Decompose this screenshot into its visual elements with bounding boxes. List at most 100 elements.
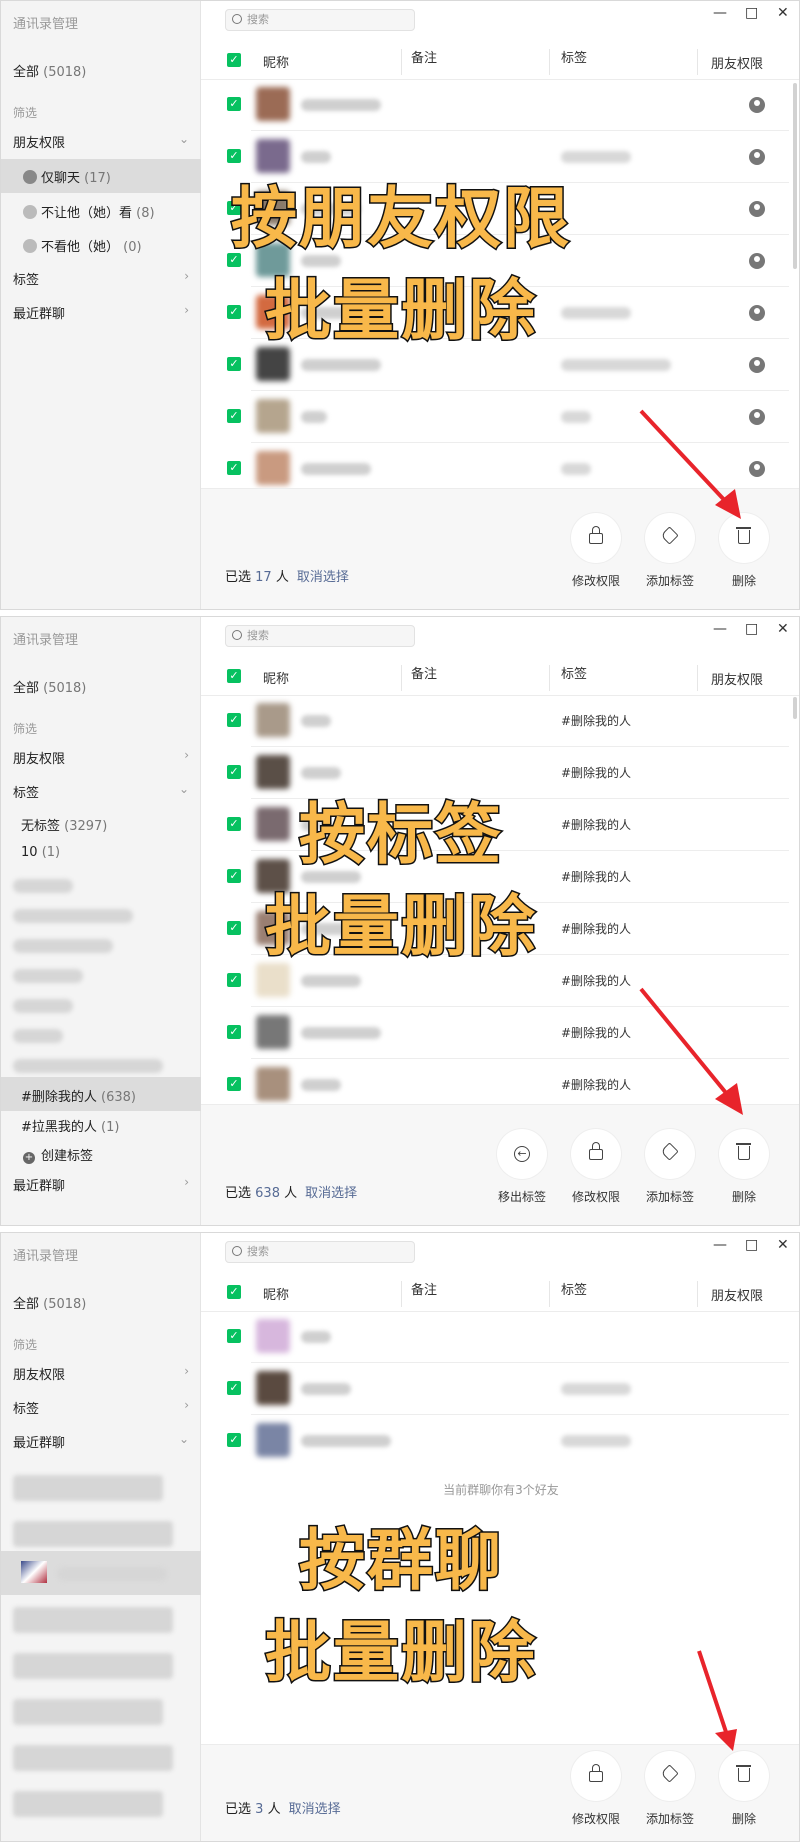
maximize-button[interactable]: □ (745, 1237, 758, 1253)
table-row[interactable]: ✓ #删除我的人 (201, 799, 799, 851)
sidebar-item-friend-permission[interactable]: 朋友权限 › (13, 748, 189, 767)
minimize-button[interactable]: — (713, 621, 727, 637)
add-tag-button[interactable]: 添加标签 (635, 1129, 705, 1205)
column-permission[interactable]: 朋友权限 (711, 1285, 763, 1304)
row-checkbox[interactable]: ✓ (227, 817, 241, 831)
column-remark[interactable]: 备注 (411, 1279, 437, 1298)
minimize-button[interactable]: — (713, 1237, 727, 1253)
blurred-tag-item[interactable] (13, 969, 83, 983)
delete-button[interactable]: 删除 (709, 1129, 779, 1205)
blurred-tag-item[interactable] (13, 999, 73, 1013)
row-checkbox[interactable]: ✓ (227, 149, 241, 163)
remove-from-tag-button[interactable]: ← 移出标签 (487, 1129, 557, 1205)
delete-button[interactable]: 删除 (709, 513, 779, 589)
sidebar-item-hide-their-moments[interactable]: 不看他（她） (0) (23, 236, 142, 255)
table-row[interactable]: ✓ #删除我的人 (201, 851, 799, 903)
row-checkbox[interactable]: ✓ (227, 765, 241, 779)
row-checkbox[interactable]: ✓ (227, 1329, 241, 1343)
row-checkbox[interactable]: ✓ (227, 461, 241, 475)
column-tag[interactable]: 标签 (561, 1279, 587, 1298)
row-checkbox[interactable]: ✓ (227, 921, 241, 935)
close-button[interactable]: ✕ (777, 5, 789, 21)
blurred-tag-item[interactable] (13, 909, 133, 923)
sidebar-item-recent-groups[interactable]: 最近群聊 › (13, 1175, 189, 1194)
table-row[interactable]: ✓ (201, 131, 799, 183)
sidebar-item-tags[interactable]: 标签 ⌄ (13, 782, 189, 801)
sidebar-item-chat-only[interactable]: 仅聊天 (17) (23, 167, 111, 186)
sidebar-item-all[interactable]: 全部 (5018) (13, 1293, 86, 1312)
close-button[interactable]: ✕ (777, 1237, 789, 1253)
table-row[interactable]: ✓ (201, 391, 799, 443)
row-checkbox[interactable]: ✓ (227, 305, 241, 319)
blurred-tag-item[interactable] (13, 939, 113, 953)
row-checkbox[interactable]: ✓ (227, 97, 241, 111)
row-checkbox[interactable]: ✓ (227, 1025, 241, 1039)
table-row[interactable]: ✓ #删除我的人 (201, 955, 799, 1007)
cancel-selection-link[interactable]: 取消选择 (289, 1802, 341, 1817)
select-all-checkbox[interactable]: ✓ (227, 1285, 241, 1299)
select-all-checkbox[interactable]: ✓ (227, 53, 241, 67)
add-tag-button[interactable]: 添加标签 (635, 513, 705, 589)
maximize-button[interactable]: □ (745, 5, 758, 21)
blurred-group-item[interactable] (13, 1699, 163, 1725)
column-nickname[interactable]: 昵称 (263, 668, 289, 687)
search-input[interactable]: 搜索 (225, 9, 415, 31)
table-row[interactable]: ✓ (201, 235, 799, 287)
column-nickname[interactable]: 昵称 (263, 52, 289, 71)
sidebar-item-recent-groups[interactable]: 最近群聊 › (13, 303, 189, 322)
blurred-group-item[interactable] (13, 1653, 173, 1679)
search-input[interactable]: 搜索 (225, 625, 415, 647)
sidebar-item-all[interactable]: 全部 (5018) (13, 61, 86, 80)
table-row[interactable]: ✓ #删除我的人 (201, 1007, 799, 1059)
table-row[interactable]: ✓ (201, 183, 799, 235)
column-remark[interactable]: 备注 (411, 663, 437, 682)
blurred-group-item[interactable] (13, 1791, 163, 1817)
change-permission-button[interactable]: 修改权限 (561, 513, 631, 589)
sidebar-item-tags[interactable]: 标签 › (13, 1398, 189, 1417)
column-permission[interactable]: 朋友权限 (711, 53, 763, 72)
column-tag[interactable]: 标签 (561, 663, 587, 682)
sidebar-item-tag-blocked-me[interactable]: #拉黑我的人 (1) (21, 1116, 119, 1135)
create-tag-button[interactable]: + 创建标签 (23, 1145, 93, 1164)
sidebar-item-friend-permission[interactable]: 朋友权限 › (13, 1364, 189, 1383)
blurred-tag-item[interactable] (13, 879, 73, 893)
row-checkbox[interactable]: ✓ (227, 869, 241, 883)
table-row[interactable]: ✓ (201, 79, 799, 131)
row-checkbox[interactable]: ✓ (227, 201, 241, 215)
cancel-selection-link[interactable]: 取消选择 (297, 570, 349, 585)
blurred-group-item[interactable] (13, 1607, 173, 1633)
minimize-button[interactable]: — (713, 5, 727, 21)
table-row[interactable]: ✓ (201, 287, 799, 339)
column-remark[interactable]: 备注 (411, 47, 437, 66)
sidebar-item-hide-my-moments[interactable]: 不让他（她）看 (8) (23, 202, 155, 221)
add-tag-button[interactable]: 添加标签 (635, 1751, 705, 1827)
table-row[interactable]: ✓ #删除我的人 (201, 695, 799, 747)
cancel-selection-link[interactable]: 取消选择 (305, 1186, 357, 1201)
table-row[interactable]: ✓ #删除我的人 (201, 747, 799, 799)
row-checkbox[interactable]: ✓ (227, 409, 241, 423)
sidebar-item-tag-deleted-me[interactable]: #删除我的人 (638) (21, 1086, 136, 1105)
change-permission-button[interactable]: 修改权限 (561, 1129, 631, 1205)
column-tag[interactable]: 标签 (561, 47, 587, 66)
sidebar-item-friend-permission[interactable]: 朋友权限 ⌄ (13, 132, 189, 151)
blurred-tag-item[interactable] (13, 1059, 163, 1073)
table-row[interactable]: ✓ (201, 1311, 799, 1363)
close-button[interactable]: ✕ (777, 621, 789, 637)
maximize-button[interactable]: □ (745, 621, 758, 637)
blurred-tag-item[interactable] (13, 1029, 63, 1043)
sidebar-item-tag-10[interactable]: 10 (1) (21, 845, 60, 860)
sidebar-item-recent-groups[interactable]: 最近群聊 ⌄ (13, 1432, 189, 1451)
blurred-group-item[interactable] (13, 1521, 173, 1547)
sidebar-item-tags[interactable]: 标签 › (13, 269, 189, 288)
delete-button[interactable]: 删除 (709, 1751, 779, 1827)
row-checkbox[interactable]: ✓ (227, 713, 241, 727)
change-permission-button[interactable]: 修改权限 (561, 1751, 631, 1827)
search-input[interactable]: 搜索 (225, 1241, 415, 1263)
column-nickname[interactable]: 昵称 (263, 1284, 289, 1303)
row-checkbox[interactable]: ✓ (227, 1433, 241, 1447)
table-row[interactable]: ✓ (201, 1363, 799, 1415)
table-row[interactable]: ✓ (201, 1415, 799, 1467)
blurred-group-item[interactable] (13, 1475, 163, 1501)
row-checkbox[interactable]: ✓ (227, 253, 241, 267)
select-all-checkbox[interactable]: ✓ (227, 669, 241, 683)
